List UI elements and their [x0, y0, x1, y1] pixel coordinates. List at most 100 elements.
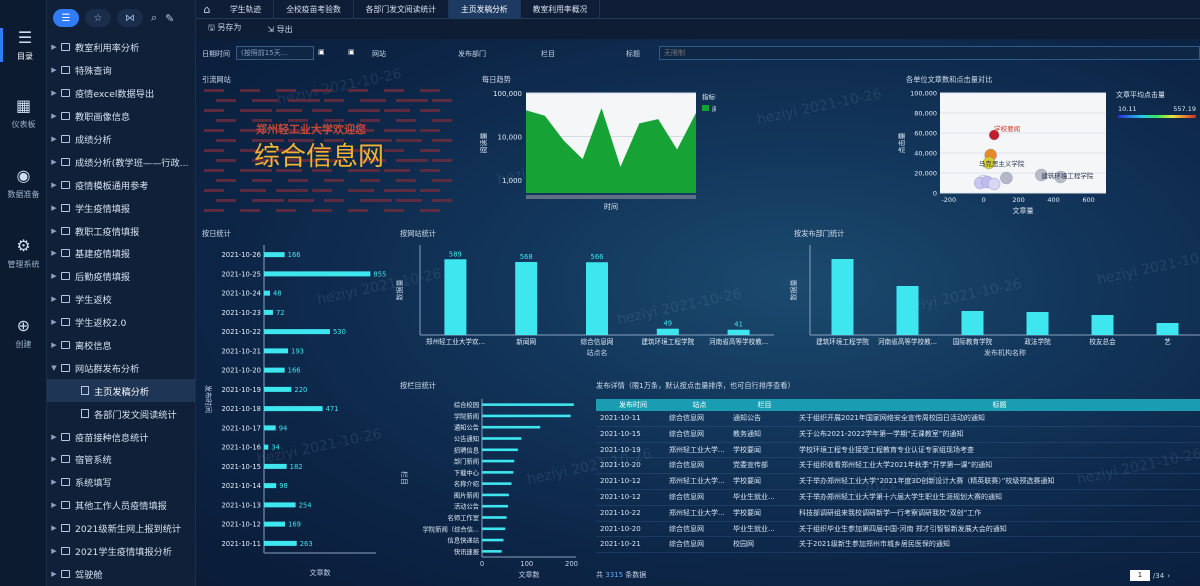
date-filter[interactable]: (按照前15天...	[236, 46, 314, 60]
tree-item[interactable]: ▶ 2021级新生网上报到统计	[47, 517, 195, 540]
bar[interactable]	[482, 414, 571, 418]
tree-item[interactable]: ▶ 系统填写	[47, 471, 195, 494]
table-row[interactable]: 2021-10-22 郑州轻工业大学... 学校要闻 科技部调研组来我校调研新学一行考…	[596, 506, 1200, 522]
tree-item[interactable]: ▶ 成绩分析	[47, 128, 195, 151]
chevron-right-icon[interactable]: ▶	[47, 43, 61, 51]
bar[interactable]	[656, 328, 679, 335]
chevron-right-icon[interactable]: ▶	[47, 89, 61, 97]
bar[interactable]	[515, 261, 538, 335]
tab[interactable]: 全校疫苗考验数	[274, 0, 354, 19]
bar[interactable]	[264, 406, 323, 412]
bar[interactable]	[482, 504, 508, 508]
chevron-right-icon[interactable]: ▶	[47, 181, 61, 189]
header-column[interactable]: 栏目	[730, 399, 796, 411]
bar[interactable]	[482, 459, 515, 463]
tree-item[interactable]: ▶ 学生返校	[47, 288, 195, 311]
tree-item[interactable]: ▶ 其他工作人员疫情填报	[47, 494, 195, 517]
bar[interactable]	[264, 425, 276, 431]
tree-item[interactable]: ▶ 宿管系统	[47, 448, 195, 471]
bar[interactable]	[264, 367, 285, 373]
bar[interactable]	[482, 516, 507, 519]
bar[interactable]	[482, 471, 514, 474]
bar[interactable]	[264, 444, 269, 450]
chevron-right-icon[interactable]: ▶	[47, 66, 61, 74]
tab[interactable]: 学生轨迹	[218, 0, 275, 19]
bar[interactable]	[264, 483, 277, 489]
bar[interactable]	[264, 290, 270, 296]
title-filter-input[interactable]	[659, 46, 1200, 60]
chevron-right-icon[interactable]: ▶	[47, 204, 61, 212]
bar[interactable]	[831, 259, 854, 335]
tree-item[interactable]: ▶ 驾驶舱	[47, 562, 195, 585]
tree-item[interactable]: ▶ 2021学生疫情填报分析	[47, 540, 195, 563]
list-view-button[interactable]: ☰	[53, 9, 79, 27]
table-row[interactable]: 2021-10-19 郑州轻工业大学... 学校要闻 学校环境工程专业接受工程教育专业…	[596, 443, 1200, 459]
chevron-right-icon[interactable]: ▶	[47, 570, 61, 578]
save-as-button[interactable]: 🖫 另存为	[208, 22, 241, 36]
rail-dashboard[interactable]: ▦ 仪表板	[0, 96, 47, 130]
bar[interactable]	[264, 271, 371, 277]
bar[interactable]	[264, 521, 286, 527]
chevron-down-icon[interactable]: ▼	[47, 364, 61, 372]
rail-data-prep[interactable]: ◉ 数据准备	[0, 166, 47, 200]
header-title[interactable]: 标题	[796, 399, 1200, 411]
colorbar[interactable]	[1118, 115, 1196, 118]
bar[interactable]	[727, 329, 750, 335]
tree-item[interactable]: ▶ 学生返校2.0	[47, 311, 195, 334]
chevron-right-icon[interactable]: ▶	[47, 295, 61, 303]
chevron-right-icon[interactable]: ▶	[47, 249, 61, 257]
tree-item[interactable]: ▶ 离校信息	[47, 334, 195, 357]
tree-item[interactable]: ▶ 疫情excel数据导出	[47, 82, 195, 105]
tree-item[interactable]: ▶ 教职画像信息	[47, 105, 195, 128]
rail-catalog[interactable]: ☰ 目录	[0, 28, 47, 62]
export-button[interactable]: ⇲ 导出	[267, 24, 292, 35]
calendar-icon-2[interactable]: ▣	[348, 48, 355, 56]
tab[interactable]: 各部门发文阅读统计	[354, 0, 449, 19]
bar[interactable]	[482, 527, 506, 531]
tab[interactable]: 主页发稿分析	[448, 0, 521, 19]
bar[interactable]	[264, 329, 330, 335]
chevron-right-icon[interactable]: ▶	[47, 227, 61, 235]
page-input[interactable]: 1	[1129, 570, 1150, 581]
tree-item[interactable]: 各部门发文阅读统计	[47, 402, 195, 425]
share-button[interactable]: ⋈	[117, 9, 143, 27]
favorite-button[interactable]: ☆	[85, 9, 111, 27]
rail-create[interactable]: ⊕ 创建	[0, 316, 47, 350]
bar[interactable]	[264, 348, 289, 354]
bar[interactable]	[482, 448, 518, 452]
tree-item[interactable]: ▶ 学生疫情填报	[47, 196, 195, 219]
chevron-right-icon[interactable]: ▶	[47, 455, 61, 463]
scatter-point[interactable]	[1000, 171, 1013, 185]
bar[interactable]	[264, 502, 296, 508]
bar[interactable]	[1091, 315, 1114, 335]
bar[interactable]	[264, 463, 287, 469]
tree-item[interactable]: ▶ 疫情模板通用参考	[47, 173, 195, 196]
bar[interactable]	[482, 482, 512, 485]
bar[interactable]	[482, 538, 504, 542]
header-site[interactable]: 站点	[666, 399, 730, 411]
tree-item[interactable]: ▶ 成绩分析(教学班——行政...	[47, 150, 195, 173]
tree-item[interactable]: ▼ 网站群发布分析	[47, 356, 195, 379]
bar[interactable]	[482, 493, 509, 497]
bar[interactable]	[1156, 323, 1179, 335]
chevron-right-icon[interactable]: ▶	[47, 478, 61, 486]
bar[interactable]	[482, 425, 541, 429]
bar[interactable]	[264, 252, 285, 258]
bar[interactable]	[264, 309, 273, 315]
bar[interactable]	[586, 262, 608, 335]
bar[interactable]	[264, 540, 297, 546]
table-row[interactable]: 2021-10-11 综合信息网 通知公告 关于组织开展2021年国家网络安全宣传周校…	[596, 411, 1200, 427]
chevron-right-icon[interactable]: ▶	[47, 547, 61, 555]
chevron-right-icon[interactable]: ▶	[47, 318, 61, 326]
chevron-right-icon[interactable]: ▶	[47, 341, 61, 349]
bar[interactable]	[1026, 312, 1049, 335]
chevron-right-icon[interactable]: ▶	[47, 524, 61, 532]
trend-scrollbar[interactable]	[526, 195, 696, 199]
tab[interactable]: 教室利用率概况	[521, 0, 601, 19]
tree-item[interactable]: ▶ 教职工疫情填报	[47, 219, 195, 242]
tree-item[interactable]: ▶ 疫苗接种信息统计	[47, 425, 195, 448]
tree-item[interactable]: 主页发稿分析	[47, 379, 195, 403]
tree-item[interactable]: ▶ 后勤疫情填报	[47, 265, 195, 288]
search-icon[interactable]: ⌕	[151, 11, 157, 25]
tree-item[interactable]: ▶ 基建疫情填报	[47, 242, 195, 265]
